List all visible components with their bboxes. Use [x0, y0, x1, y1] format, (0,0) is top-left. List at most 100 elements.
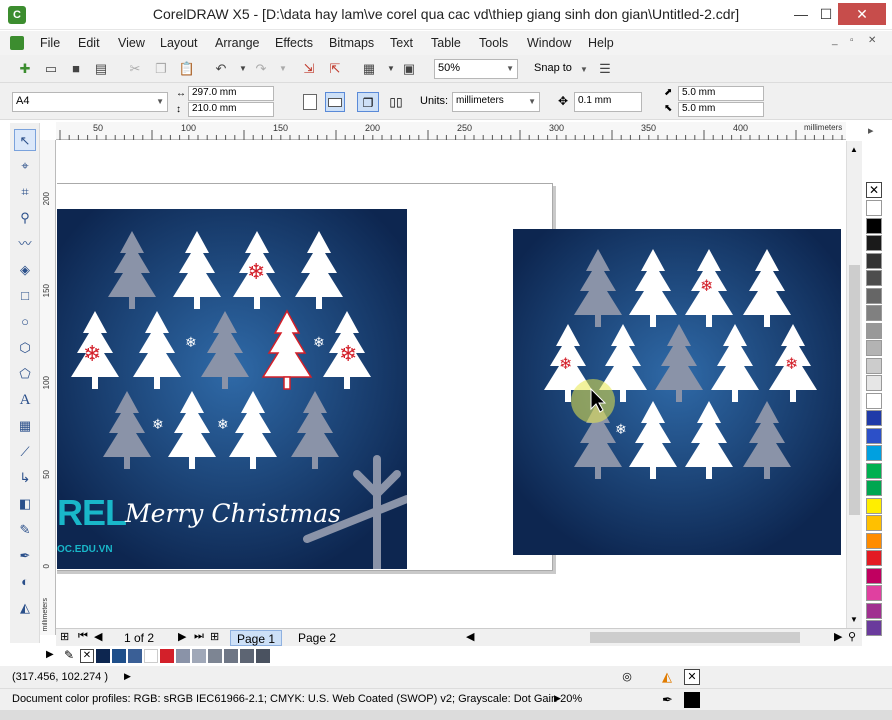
palette-swatch[interactable] [866, 585, 882, 601]
vertical-scrollbar[interactable]: ▲ ▼ [846, 141, 862, 629]
redo-dropdown-icon[interactable]: ▼ [274, 60, 292, 78]
interactive-fill-icon[interactable]: ◭ [14, 597, 36, 619]
redo-icon[interactable]: ↷ [252, 60, 270, 78]
minimize-icon[interactable]: — [788, 3, 814, 25]
snap-to-button[interactable]: Snap to [534, 62, 572, 74]
palette-swatch[interactable] [866, 567, 882, 584]
palette-swatch[interactable] [866, 357, 882, 374]
blend-tool-icon[interactable]: ◧ [14, 493, 36, 515]
save-icon[interactable]: ■ [67, 60, 85, 78]
scroll-down-icon[interactable]: ▼ [850, 615, 858, 624]
page-size-select[interactable]: A4 ▼ [12, 92, 168, 112]
vertical-scroll-thumb[interactable] [849, 265, 860, 515]
no-color-swatch[interactable]: ✕ [866, 182, 882, 198]
palette-swatch[interactable] [866, 427, 882, 444]
drawing-canvas[interactable]: ❄ ❄ ❄ ❄ ❄ ❄ ❄ REL OC.EDU.VN Merry Christmas [57, 141, 846, 629]
palette-swatch[interactable] [866, 217, 882, 234]
close-icon[interactable]: ✕ [838, 3, 886, 25]
zoom-level-select[interactable]: 50% ▼ [434, 59, 518, 79]
palette-swatch[interactable] [866, 235, 882, 251]
palette-swatch[interactable] [866, 305, 882, 321]
duplicate-x-field[interactable]: 5.0 mm [678, 86, 764, 101]
outline-pen-icon[interactable]: ✒ [14, 545, 36, 567]
zoom-tool-icon[interactable]: ⚲ [14, 207, 36, 229]
palette-options-icon[interactable]: ▸ [868, 124, 874, 137]
undo-icon[interactable]: ↶ [212, 60, 230, 78]
eyedropper-tool-icon[interactable]: ✎ [14, 519, 36, 541]
menu-window[interactable]: Window [527, 36, 571, 50]
no-fill-swatch[interactable]: ✕ [80, 649, 94, 663]
palette-swatch[interactable] [866, 252, 882, 269]
menu-edit[interactable]: Edit [78, 36, 100, 50]
duplicate-y-field[interactable]: 5.0 mm [678, 102, 764, 117]
maximize-icon[interactable]: ☐ [814, 3, 838, 25]
palette-swatch[interactable] [866, 270, 882, 286]
all-pages-icon[interactable]: ❐ [357, 92, 379, 112]
palette-swatch[interactable] [866, 340, 882, 356]
menu-table[interactable]: Table [431, 36, 461, 50]
pick-tool-icon[interactable]: ↖ [14, 129, 36, 151]
import-icon[interactable]: ⇲ [300, 60, 318, 78]
connector-tool-icon[interactable]: ↳ [14, 467, 36, 489]
first-page-icon[interactable]: ⏮ [78, 630, 88, 643]
menu-bitmaps[interactable]: Bitmaps [329, 36, 374, 50]
scroll-left-icon[interactable]: ◀ [466, 630, 474, 643]
page-options-icon[interactable]: ⊞ [60, 630, 69, 643]
paste-icon[interactable]: 📋 [178, 60, 196, 78]
swatch-lightgray[interactable] [192, 649, 206, 663]
units-select[interactable]: millimeters ▼ [452, 92, 540, 112]
palette-swatch[interactable] [866, 322, 882, 339]
swatch-charcoal[interactable] [240, 649, 254, 663]
palette-swatch[interactable] [866, 200, 882, 216]
swatch-darkslate[interactable] [224, 649, 238, 663]
new-document-icon[interactable]: ✚ [16, 60, 34, 78]
eyedropper-icon[interactable]: ✎ [64, 648, 74, 662]
palette-flyout-icon[interactable]: ▶ [46, 649, 54, 660]
palette-swatch[interactable] [866, 480, 882, 496]
basic-shapes-icon[interactable]: ⬠ [14, 363, 36, 385]
shape-tool-icon[interactable]: ⌖ [14, 155, 36, 177]
menu-file[interactable]: File [40, 36, 60, 50]
swatch-gray[interactable] [176, 649, 190, 663]
swatch-white[interactable] [144, 649, 158, 663]
last-page-icon[interactable]: ⏭ [194, 630, 204, 643]
doc-minimize-icon[interactable]: _ [832, 35, 838, 46]
palette-swatch[interactable] [866, 375, 882, 391]
menu-text[interactable]: Text [390, 36, 413, 50]
doc-close-icon[interactable]: ✕ [868, 35, 876, 46]
undo-dropdown-icon[interactable]: ▼ [234, 60, 252, 78]
horizontal-scroll-thumb[interactable] [590, 632, 800, 643]
profiles-flyout-icon[interactable]: ▶ [554, 693, 561, 704]
outline-color-swatch[interactable] [684, 692, 700, 708]
card-left[interactable]: ❄ ❄ ❄ ❄ ❄ ❄ ❄ REL OC.EDU.VN Merry Christmas [57, 209, 407, 569]
swatch-red[interactable] [160, 649, 174, 663]
vertical-ruler[interactable]: 200 150 100 50 0 millimeters [40, 140, 56, 635]
fill-tool-icon[interactable]: ◐ [14, 571, 36, 593]
nudge-distance-field[interactable]: 0.1 mm [574, 92, 642, 112]
application-launcher-icon[interactable]: ▦ [360, 60, 378, 78]
copy-icon[interactable]: ❐ [152, 60, 170, 78]
freehand-tool-icon[interactable]: 〰 [14, 233, 36, 255]
welcome-screen-icon[interactable]: ▣ [400, 60, 418, 78]
doc-restore-icon[interactable]: ▫ [850, 35, 854, 46]
ellipse-tool-icon[interactable]: ○ [14, 311, 36, 333]
current-page-icon[interactable]: ▯▯ [386, 92, 406, 112]
palette-swatch[interactable] [866, 410, 882, 426]
color-settings-icon[interactable]: ◎ [620, 670, 634, 684]
text-tool-icon[interactable]: A [14, 389, 36, 411]
dimension-tool-icon[interactable]: ⟋ [14, 441, 36, 463]
prev-page-icon[interactable]: ◀ [94, 630, 102, 643]
scroll-up-icon[interactable]: ▲ [850, 145, 858, 154]
fill-color-swatch[interactable]: ✕ [684, 669, 700, 685]
scroll-right-icon[interactable]: ▶ [834, 630, 842, 643]
palette-swatch[interactable] [866, 602, 882, 619]
menu-effects[interactable]: Effects [275, 36, 313, 50]
palette-swatch[interactable] [866, 515, 882, 531]
print-icon[interactable]: ▤ [92, 60, 110, 78]
menu-view[interactable]: View [118, 36, 145, 50]
tab-page-1[interactable]: Page 1 [230, 630, 283, 646]
horizontal-ruler[interactable]: 50 100 150 200 250 300 350 400 millimete… [56, 122, 846, 140]
palette-swatch[interactable] [866, 532, 882, 549]
page-height-field[interactable]: 210.0 mm [188, 102, 274, 117]
open-icon[interactable]: ▭ [42, 60, 60, 78]
